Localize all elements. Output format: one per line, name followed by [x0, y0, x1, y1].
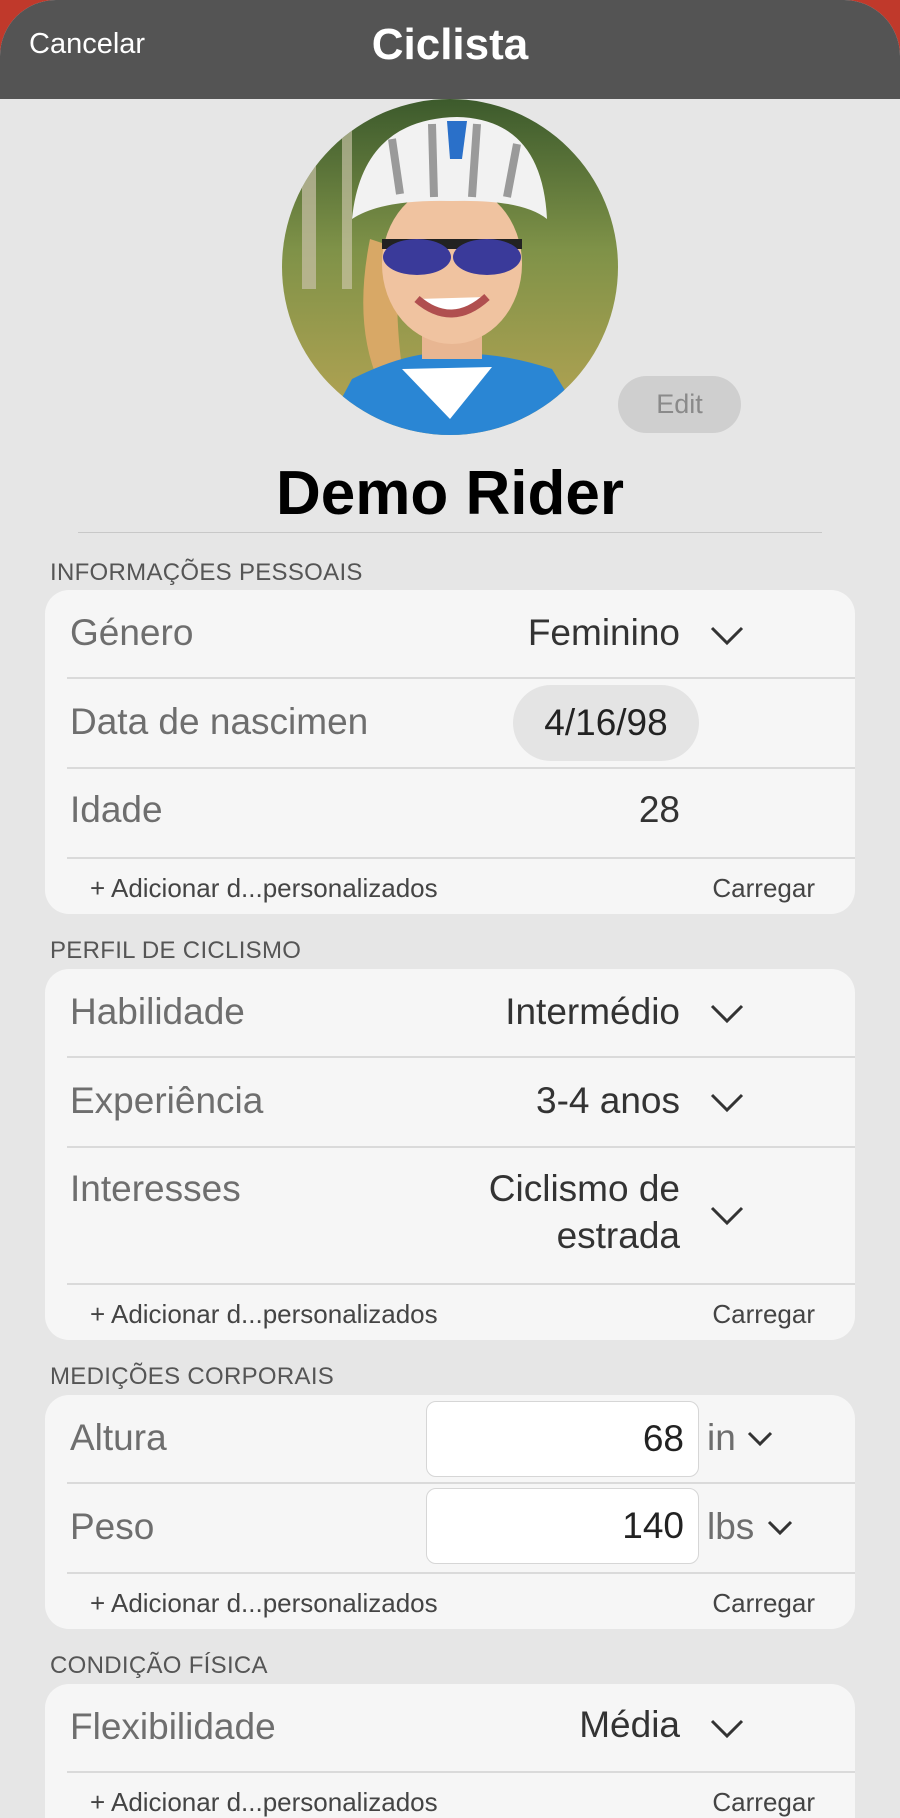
- interests-row[interactable]: Interesses Ciclismo de estrada: [45, 1148, 855, 1283]
- experience-row[interactable]: Experiência 3-4 anos: [45, 1058, 855, 1146]
- page-title: Ciclista: [371, 20, 529, 69]
- birthdate-row: Data de nascimen 4/16/98: [45, 679, 855, 767]
- chevron-down-icon[interactable]: [709, 1205, 745, 1227]
- height-input[interactable]: 68: [426, 1401, 699, 1477]
- height-unit[interactable]: in: [707, 1417, 736, 1459]
- chevron-down-icon[interactable]: [709, 625, 745, 647]
- body-measurements-card: Altura 68 in Peso 140 lbs + Adicionar d.…: [45, 1395, 855, 1629]
- age-row: Idade 28: [45, 769, 855, 857]
- rider-photo: [282, 99, 618, 435]
- height-row: Altura 68 in: [45, 1395, 855, 1483]
- edit-photo-button[interactable]: Edit: [618, 376, 741, 433]
- interests-label: Interesses: [70, 1168, 241, 1209]
- skill-value[interactable]: Intermédio: [505, 991, 680, 1033]
- section-header-personal: INFORMAÇÕES PESSOAIS: [50, 559, 363, 586]
- experience-label: Experiência: [70, 1080, 264, 1121]
- age-value: 28: [638, 789, 680, 830]
- weight-row: Peso 140 lbs: [45, 1484, 855, 1572]
- birthdate-label: Data de nascimen: [70, 701, 369, 742]
- experience-value[interactable]: 3-4 anos: [536, 1080, 680, 1122]
- chevron-down-icon[interactable]: [767, 1520, 793, 1536]
- add-custom-fields-button[interactable]: + Adicionar d...personalizados: [90, 1787, 438, 1818]
- weight-label: Peso: [70, 1506, 155, 1547]
- section-header-body: MEDIÇÕES CORPORAIS: [50, 1363, 335, 1390]
- skill-label: Habilidade: [70, 991, 245, 1032]
- flexibility-row[interactable]: Flexibilidade Média: [45, 1684, 855, 1772]
- load-button[interactable]: Carregar: [712, 873, 815, 904]
- cycling-profile-card: Habilidade Intermédio Experiência 3-4 an…: [45, 969, 855, 1340]
- gender-label: Género: [70, 612, 194, 653]
- gender-value[interactable]: Feminino: [528, 612, 680, 654]
- divider: [67, 857, 855, 859]
- skill-row[interactable]: Habilidade Intermédio: [45, 969, 855, 1057]
- personal-info-card: Género Feminino Data de nascimen 4/16/98…: [45, 590, 855, 914]
- fitness-card: Flexibilidade Média + Adicionar d...pers…: [45, 1684, 855, 1818]
- interests-value-line2[interactable]: estrada: [557, 1215, 680, 1257]
- weight-input[interactable]: 140: [426, 1488, 699, 1564]
- chevron-down-icon[interactable]: [709, 1092, 745, 1114]
- load-button[interactable]: Carregar: [712, 1299, 815, 1330]
- birthdate-picker[interactable]: 4/16/98: [513, 685, 699, 761]
- divider: [67, 1771, 855, 1773]
- weight-unit[interactable]: lbs: [707, 1506, 754, 1548]
- load-button[interactable]: Carregar: [712, 1588, 815, 1619]
- rider-name[interactable]: Demo Rider: [0, 458, 900, 529]
- navigation-bar: Cancelar Ciclista: [0, 0, 900, 99]
- load-button[interactable]: Carregar: [712, 1787, 815, 1818]
- name-underline: [78, 532, 822, 533]
- chevron-down-icon[interactable]: [747, 1431, 773, 1447]
- section-header-cycling: PERFIL DE CICLISMO: [50, 937, 302, 964]
- divider: [67, 1283, 855, 1285]
- divider: [67, 1572, 855, 1574]
- interests-value-line1[interactable]: Ciclismo de: [489, 1168, 680, 1210]
- add-custom-fields-button[interactable]: + Adicionar d...personalizados: [90, 873, 438, 904]
- add-custom-fields-button[interactable]: + Adicionar d...personalizados: [90, 1299, 438, 1330]
- avatar[interactable]: [282, 99, 618, 435]
- height-label: Altura: [70, 1417, 167, 1458]
- section-header-fitness: CONDIÇÃO FÍSICA: [50, 1652, 268, 1679]
- screen: Cancelar Ciclista Edit Demo Rider INFORM…: [0, 0, 900, 1818]
- chevron-down-icon[interactable]: [709, 1003, 745, 1025]
- add-custom-fields-button[interactable]: + Adicionar d...personalizados: [90, 1588, 438, 1619]
- flexibility-label: Flexibilidade: [70, 1706, 276, 1747]
- age-label: Idade: [70, 789, 163, 830]
- flexibility-value[interactable]: Média: [579, 1704, 680, 1746]
- chevron-down-icon[interactable]: [709, 1718, 745, 1740]
- gender-row[interactable]: Género Feminino: [45, 590, 855, 678]
